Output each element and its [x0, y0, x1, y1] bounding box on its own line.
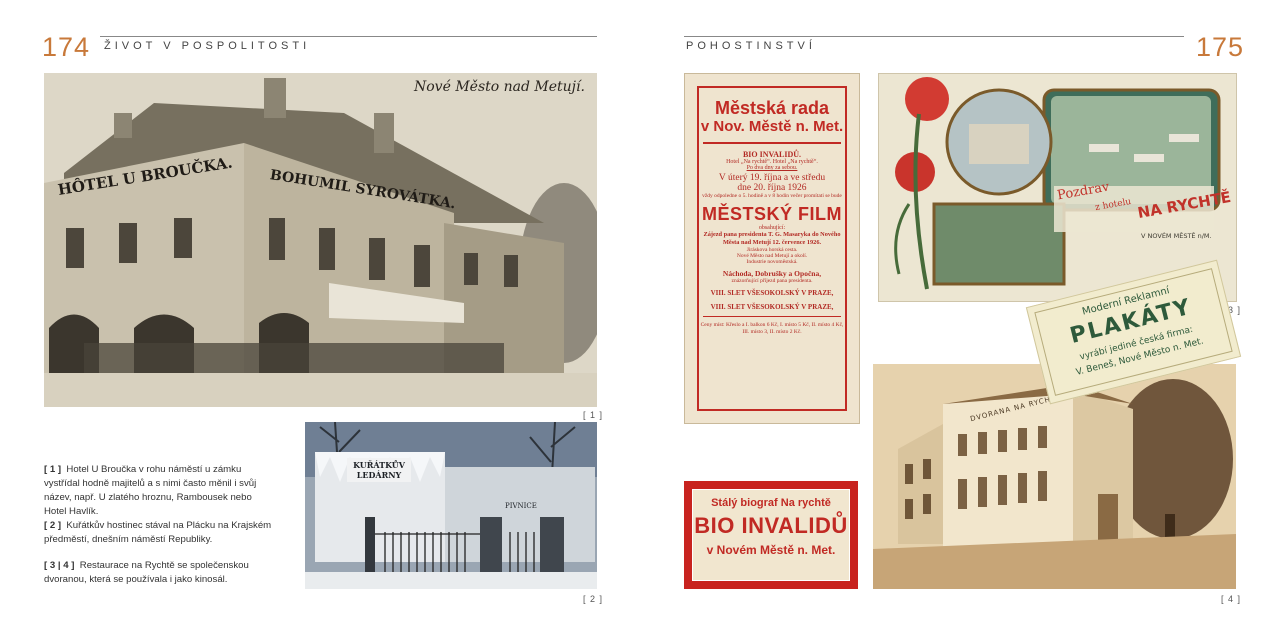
right-section-title: POHOSTINSTVÍ — [686, 40, 816, 52]
poster-line-4: V úterý 19. října a ve středu — [718, 173, 826, 183]
right-page-number: 175 — [1196, 32, 1245, 62]
poster-divider — [703, 142, 841, 144]
ticket-inner: Stálý biograf Na rychtě BIO INVALIDŮ v N… — [692, 489, 850, 581]
caption-3-4-num: [ 3 | 4 ] — [44, 560, 75, 571]
poster-line-5: dne 20. října 1926 — [737, 183, 807, 193]
photo-hotel-u-broucka: Nové Město nad Metují. HÔTEL U BROUČKA. … — [44, 73, 597, 407]
caption-3-4-text: Restaurace na Rychtě se společenskou dvo… — [44, 560, 249, 585]
poster-film-title: MĚSTSKÝ FILM — [702, 204, 842, 224]
photo2-label: [ 2 ] — [583, 594, 604, 604]
right-header-rule — [684, 36, 1184, 37]
ticket-line-1: Stálý biograf Na rychtě — [711, 497, 831, 509]
poster-line-11: Náchoda, Dobrušky a Opočna, — [722, 269, 822, 278]
photo1-inscription: Nové Město nad Metují. — [414, 79, 585, 95]
caption-1: [ 1 ] Hotel U Broučka v rohu náměstí u z… — [44, 463, 274, 519]
hotel-photo-illustration — [44, 73, 597, 407]
poster-line-6: vždy odpoledne o 5. hodině a v 8 hodin v… — [702, 193, 842, 199]
poster-divider-2 — [703, 316, 841, 317]
poster-title-1: Městská rada — [714, 98, 830, 118]
poster-line-1: BIO INVALIDŮ. — [742, 150, 802, 159]
caption-1-num: [ 1 ] — [44, 464, 62, 475]
caption-3-4: [ 3 | 4 ] Restaurace na Rychtě se společ… — [44, 559, 274, 587]
ticket-line-2: BIO INVALIDŮ — [694, 513, 848, 538]
poster-border: Městská rada v Nov. Městě n. Met. BIO IN… — [697, 86, 847, 411]
left-section-title: ŽIVOT V POSPOLITOSTI — [104, 40, 311, 52]
ticket-line-3: v Novém Městě n. Met. — [706, 543, 836, 557]
winter-photo-illustration — [305, 422, 597, 589]
left-header-rule — [100, 36, 597, 37]
poster-line-12: znázorňující příjezd pana presidenta. — [731, 278, 813, 284]
photo4-label: [ 4 ] — [1221, 594, 1242, 604]
postcard-place: V NOVÉM MĚSTĚ n/M. — [1141, 232, 1212, 240]
poster-title-2: v Nov. Městě n. Met. — [700, 118, 844, 135]
poster-line-3: Po dva dny za sebou. — [746, 165, 798, 171]
photo-kuratkuv-hostinec: KUŘÁTKŮV LEDÁRNY PIVNICE — [305, 422, 597, 589]
caption-2: [ 2 ] Kuřátkův hostinec stával na Plácku… — [44, 519, 274, 547]
caption-1-text: Hotel U Broučka v rohu náměstí u zámku v… — [44, 464, 257, 517]
caption-2-num: [ 2 ] — [44, 520, 62, 531]
photo2-sign-pivnice: PIVNICE — [505, 502, 537, 510]
poster-mestsky-film: Městská rada v Nov. Městě n. Met. BIO IN… — [684, 73, 860, 424]
poster-line-10: Industrie novoměstská. — [746, 259, 798, 265]
photo2-sign-ledarny: KUŘÁTKŮV LEDÁRNY — [347, 458, 411, 482]
ticket-bio-invalidu: Stálý biograf Na rychtě BIO INVALIDŮ v N… — [684, 481, 858, 589]
poster-line-15: Ceny míst: Křeslo a I. balkon 6 Kč, I. m… — [700, 322, 844, 335]
poster-line-7: Zájezd pana presidenta T. G. Masaryka do… — [703, 231, 841, 246]
poster-line-13: VIII. SLET VŠESOKOLSKÝ V PRAZE, — [710, 289, 834, 297]
caption-2-text: Kuřátkův hostinec stával na Plácku na Kr… — [44, 520, 272, 545]
poster-line-14: VIII. SLET VŠESOKOLSKÝ V PRAZE, — [710, 303, 834, 311]
left-page-number: 174 — [42, 32, 91, 62]
photo1-label: [ 1 ] — [583, 410, 604, 420]
